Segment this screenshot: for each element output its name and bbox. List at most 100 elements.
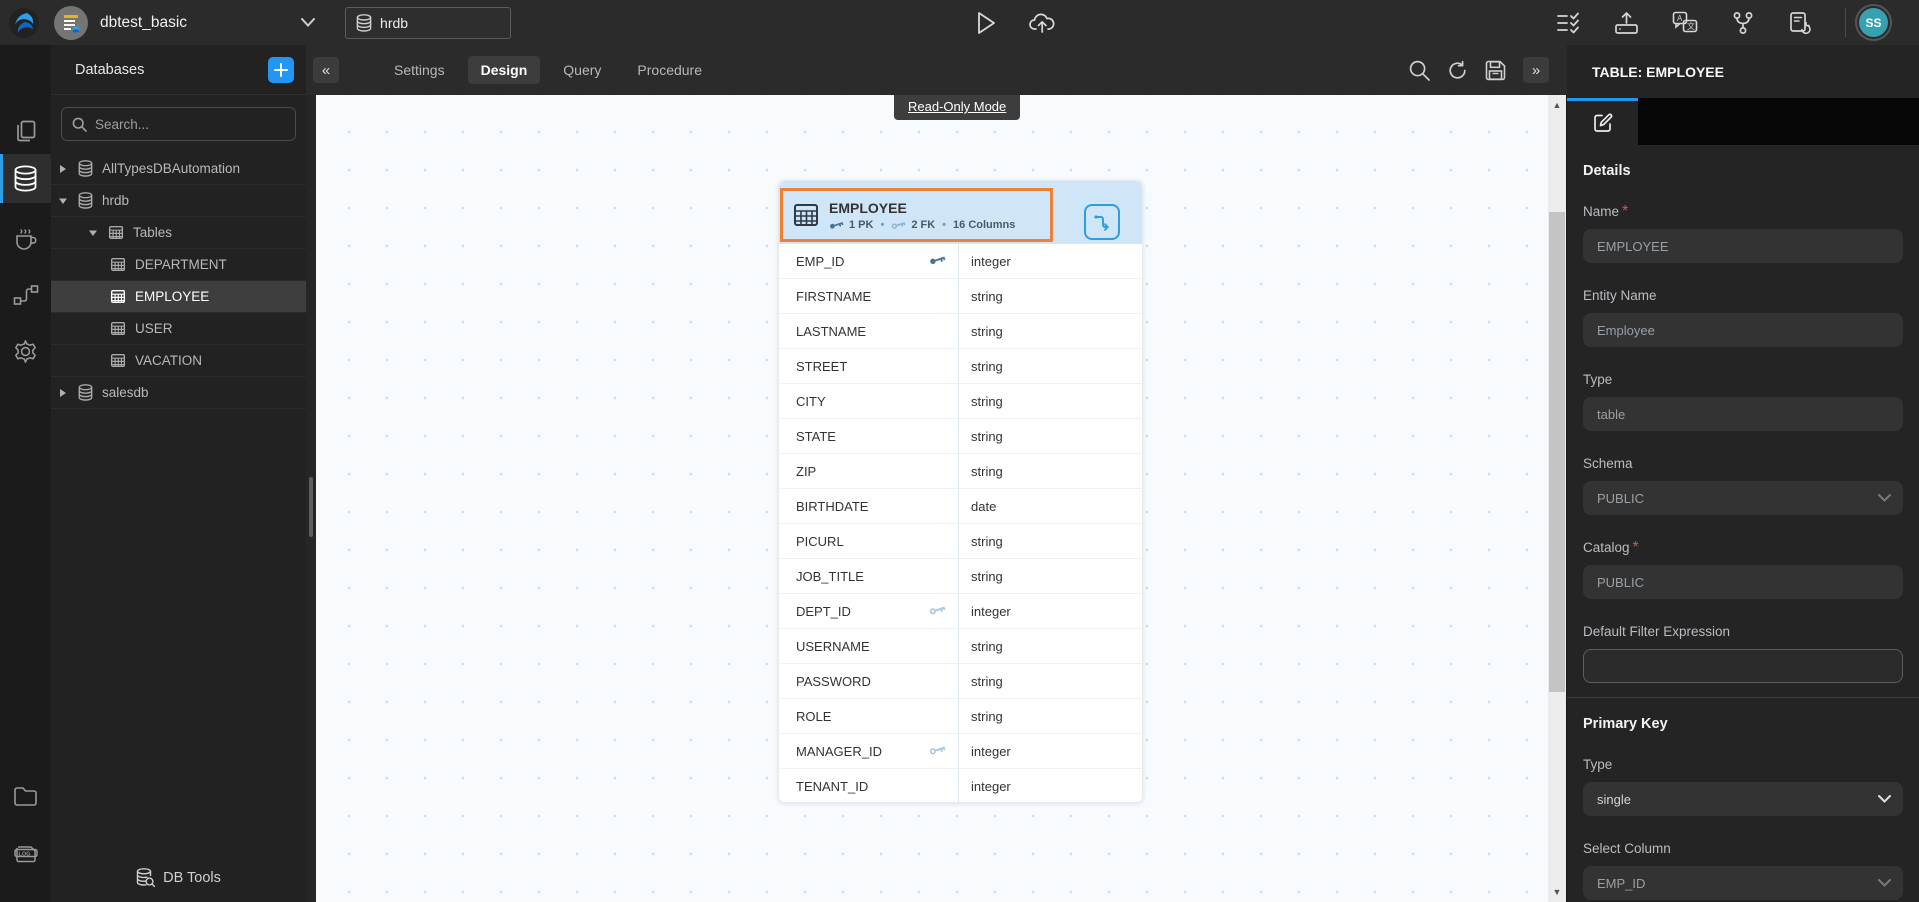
databases-panel-title: Databases: [75, 62, 268, 78]
app-logo-icon[interactable]: [8, 7, 40, 39]
db-tools-button[interactable]: DB Tools: [51, 862, 306, 894]
project-menu-chevron-down-icon[interactable]: [301, 18, 315, 27]
run-preview-button[interactable]: [975, 11, 997, 35]
entity-column-row[interactable]: TENANT_ID integer: [779, 769, 1142, 804]
entity-column-row[interactable]: USERNAME string: [779, 629, 1142, 664]
expand-panel-button[interactable]: »: [1523, 57, 1549, 83]
caret-right-icon[interactable]: [58, 164, 68, 174]
nav-pages-icon[interactable]: [0, 109, 51, 153]
entity-header-selection[interactable]: EMPLOYEE 1 PK • 2 FK • 16 Columns: [780, 188, 1053, 242]
design-tab-settings[interactable]: Settings: [381, 56, 458, 84]
entity-column-row[interactable]: JOB_TITLE string: [779, 559, 1142, 594]
tree-item-label: AllTypesDBAutomation: [102, 161, 240, 176]
add-database-button[interactable]: [268, 57, 294, 83]
default-filter-expression-input[interactable]: [1583, 649, 1903, 683]
field-label: Type: [1583, 757, 1612, 772]
nav-logs-icon[interactable]: LOG: [0, 829, 51, 873]
read-only-mode-badge[interactable]: Read-Only Mode: [894, 95, 1020, 120]
entity-column-row[interactable]: BIRTHDATE date: [779, 489, 1142, 524]
checklist-button[interactable]: [1556, 12, 1581, 34]
table-icon: [110, 257, 126, 272]
table-icon: [110, 321, 126, 336]
column-name: MANAGER_ID: [796, 744, 882, 759]
entity-column-row[interactable]: STATE string: [779, 419, 1142, 454]
tree-item-tables[interactable]: Tables: [51, 217, 306, 249]
tree-item-alltypesdbautomation[interactable]: AllTypesDBAutomation: [51, 153, 306, 185]
caret-right-icon[interactable]: [58, 388, 68, 398]
column-type: integer: [971, 779, 1011, 794]
tree-item-hrdb[interactable]: hrdb: [51, 185, 306, 217]
database-icon: [78, 192, 93, 209]
column-type: string: [971, 429, 1003, 444]
project-avatar[interactable]: [54, 6, 88, 40]
inspector-field: Select Column EMP_ID: [1583, 840, 1903, 900]
entity-column-row[interactable]: MANAGER_ID integer: [779, 734, 1142, 769]
field-value: table: [1597, 407, 1625, 422]
catalog-input: PUBLIC: [1583, 565, 1903, 599]
deploy-button[interactable]: [1614, 11, 1639, 35]
details-fields: Name* EMPLOYEE Entity Name Employee Type…: [1583, 203, 1903, 683]
entity-column-row[interactable]: CITY string: [779, 384, 1142, 419]
version-control-button[interactable]: [1731, 11, 1755, 35]
database-search-input[interactable]: [95, 117, 265, 132]
tree-item-salesdb[interactable]: salesdb: [51, 377, 306, 409]
column-type: string: [971, 464, 1003, 479]
scroll-up-arrow-icon[interactable]: ▲: [1548, 97, 1566, 113]
collapse-panel-button[interactable]: «: [313, 57, 339, 83]
entity-column-row[interactable]: STREET string: [779, 349, 1142, 384]
caret-down-icon[interactable]: [58, 197, 68, 205]
section-divider: [1567, 697, 1919, 698]
tree-item-department[interactable]: DEPARTMENT: [51, 249, 306, 281]
nav-java-services-icon[interactable]: [0, 216, 51, 260]
user-initials: SS: [1865, 16, 1881, 30]
caret-down-icon[interactable]: [88, 229, 98, 237]
tree-item-user[interactable]: USER: [51, 313, 306, 345]
employee-entity-card[interactable]: EMPLOYEE 1 PK • 2 FK • 16 Columns: [778, 180, 1143, 803]
add-relationship-button[interactable]: [1084, 204, 1120, 240]
panel-scrollbar[interactable]: [306, 95, 316, 902]
er-diagram-canvas[interactable]: Read-Only Mode EMPLOYEE 1 PK • 2 FK •: [316, 95, 1548, 902]
meta-separator: •: [880, 219, 884, 231]
nav-settings-gear-icon[interactable]: [0, 329, 51, 373]
refresh-button[interactable]: [1447, 60, 1468, 81]
entity-column-row[interactable]: EMP_ID integer: [779, 244, 1142, 279]
save-button[interactable]: [1485, 60, 1506, 81]
cloud-push-button[interactable]: [1029, 11, 1056, 35]
entity-column-row[interactable]: FIRSTNAME string: [779, 279, 1142, 314]
sync-docs-button[interactable]: [1788, 11, 1812, 35]
tree-item-vacation[interactable]: VACATION: [51, 345, 306, 377]
user-avatar[interactable]: SS: [1855, 4, 1892, 41]
design-tab-design[interactable]: Design: [468, 56, 541, 84]
nav-database-icon[interactable]: [0, 154, 51, 203]
entity-column-row[interactable]: DEPT_ID integer: [779, 594, 1142, 629]
column-name: ZIP: [796, 464, 816, 479]
open-database-tab[interactable]: hrdb: [345, 7, 511, 39]
entity-column-row[interactable]: LASTNAME string: [779, 314, 1142, 349]
project-name: dbtest_basic: [100, 14, 187, 32]
entity-column-row[interactable]: PASSWORD string: [779, 664, 1142, 699]
entity-column-row[interactable]: ZIP string: [779, 454, 1142, 489]
scroll-down-arrow-icon[interactable]: ▼: [1548, 884, 1566, 900]
column-name: PASSWORD: [796, 674, 871, 689]
column-type: string: [971, 359, 1003, 374]
column-name: LASTNAME: [796, 324, 866, 339]
column-name: PICURL: [796, 534, 844, 549]
localization-button[interactable]: A 文: [1672, 11, 1698, 35]
design-tab-procedure[interactable]: Procedure: [624, 56, 715, 84]
details-heading: Details: [1583, 163, 1903, 179]
top-bar: dbtest_basic hrdb: [0, 0, 1919, 45]
entity-column-row[interactable]: PICURL string: [779, 524, 1142, 559]
tree-item-employee[interactable]: EMPLOYEE: [51, 281, 306, 313]
db-tools-icon: [136, 868, 155, 888]
design-tab-query[interactable]: Query: [550, 56, 614, 84]
type-select[interactable]: single: [1583, 782, 1903, 816]
field-label: Select Column: [1583, 841, 1671, 856]
nav-file-explorer-icon[interactable]: [0, 774, 51, 818]
edit-table-tab[interactable]: [1567, 98, 1638, 145]
scrollbar-thumb[interactable]: [1549, 212, 1565, 692]
canvas-vertical-scrollbar[interactable]: ▲ ▼: [1548, 95, 1566, 902]
inspector-field: Type table: [1583, 371, 1903, 431]
nav-apis-icon[interactable]: [0, 273, 51, 317]
entity-column-row[interactable]: ROLE string: [779, 699, 1142, 734]
canvas-search-button[interactable]: [1409, 60, 1430, 81]
